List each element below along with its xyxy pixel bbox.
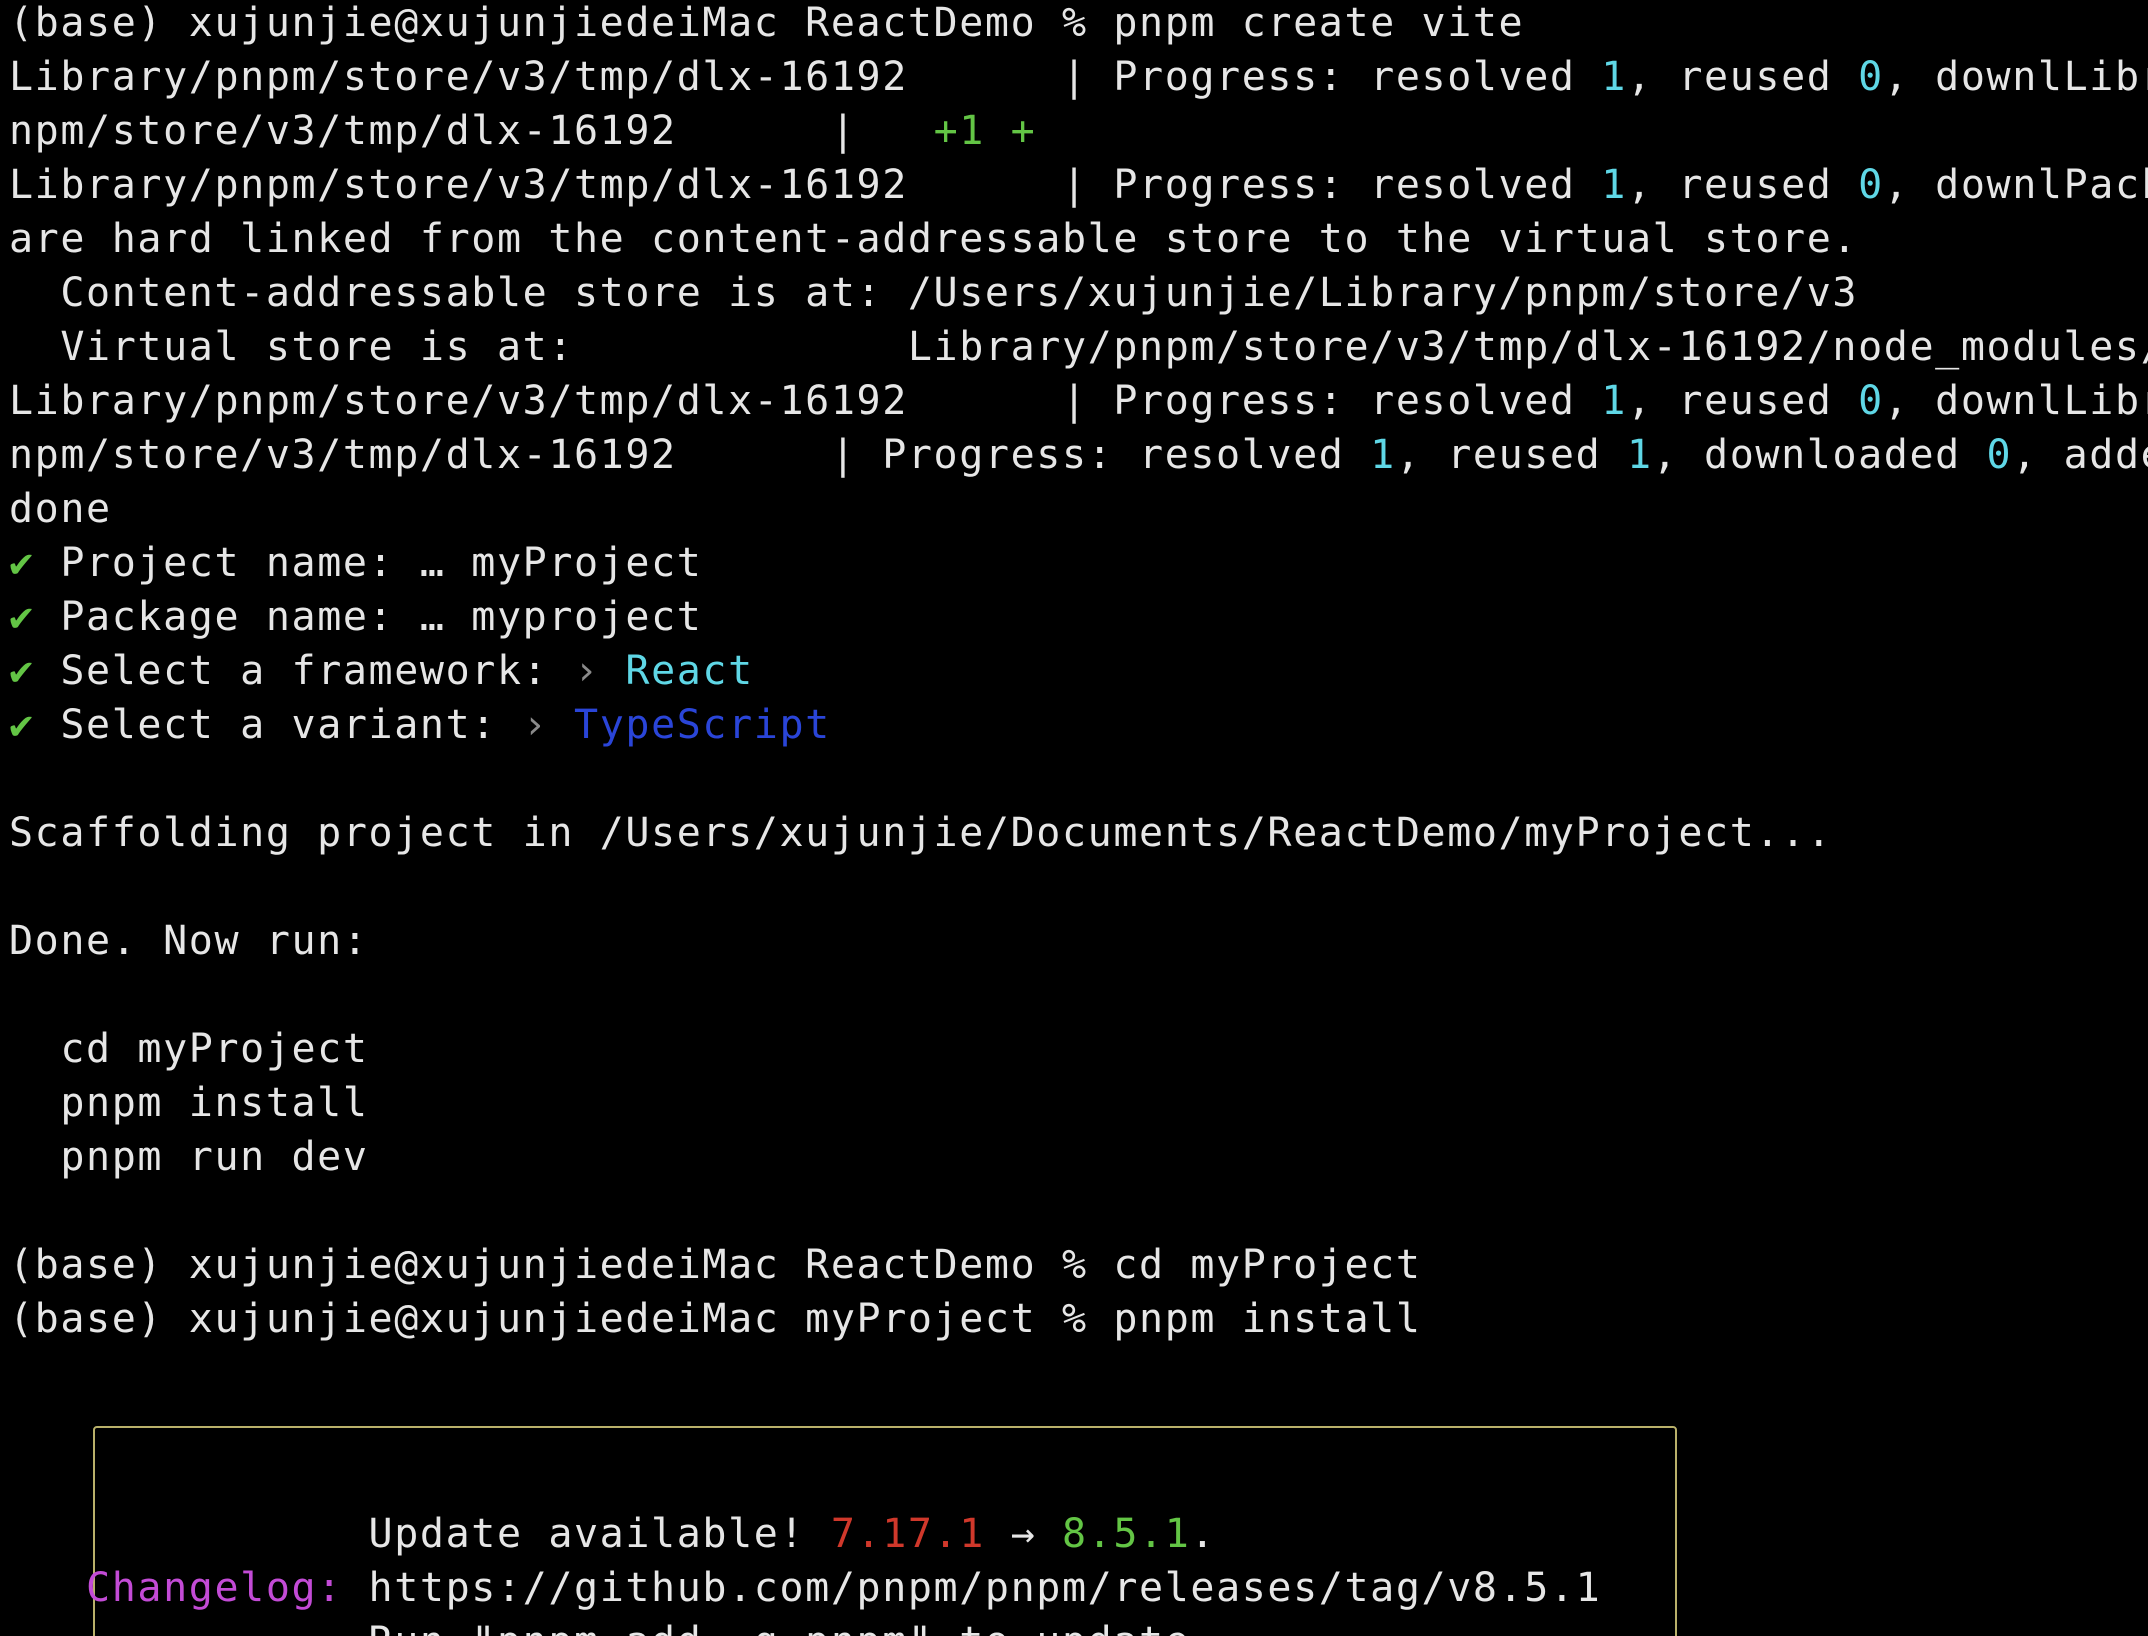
info-line: Virtual store is at: Library/pnpm/store/… xyxy=(9,324,2148,370)
update-available-line: Update available! 7.17.1 → 8.5.1. xyxy=(9,1507,1216,1561)
progress-text: , reused xyxy=(1626,162,1859,208)
progress-text: , downloaded xyxy=(1652,432,1987,478)
changelog-line: Changelog: https://github.com/pnpm/pnpm/… xyxy=(9,1561,1601,1615)
progress-line: Library/pnpm/store/v3/tmp/dlx-16192 | Pr… xyxy=(9,50,2148,104)
scaffolding-line: Scaffolding project in /Users/xujunjie/D… xyxy=(9,810,1833,856)
instruction-install: pnpm install xyxy=(9,1080,369,1126)
progress-text: npm/store/v3/tmp/dlx-16192 | xyxy=(9,108,934,154)
framework-value: React xyxy=(599,648,754,694)
chevron-right-icon: › xyxy=(522,702,549,748)
reused-count: 0 xyxy=(1858,378,1884,424)
checkmark-icon: ✔ xyxy=(9,702,35,748)
checkmark-icon: ✔ xyxy=(9,594,35,640)
prompt-label: Project name: … xyxy=(34,540,472,586)
progress-text: , downlLibrary/p xyxy=(1883,378,2148,424)
command-line-cd: (base) xujunjie@xujunjiedeiMac ReactDemo… xyxy=(9,1242,1422,1288)
update-text: Update available! xyxy=(9,1511,831,1557)
changelog-link[interactable]: https://github.com/pnpm/pnpm/releases/ta… xyxy=(343,1565,1601,1611)
progress-text: , reused xyxy=(1626,54,1859,100)
progress-text: Library/pnpm/store/v3/tmp/dlx-16192 | Pr… xyxy=(9,162,1602,208)
progress-text: , reused xyxy=(1395,432,1627,478)
chevron-right-icon: › xyxy=(574,648,600,694)
progress-text: , reused xyxy=(1626,378,1859,424)
instruction-dev: pnpm run dev xyxy=(9,1134,369,1180)
prompt-package-name: ✔ Package name: … myproject xyxy=(9,590,702,644)
done-now-run-line: Done. Now run: xyxy=(9,918,369,964)
reused-count: 1 xyxy=(1626,432,1653,478)
run-update-line: Run "pnpm add -g pnpm" to update. xyxy=(9,1615,1216,1636)
resolved-count: 1 xyxy=(1601,54,1627,100)
changelog-label: Changelog: xyxy=(9,1565,343,1611)
old-version: 7.17.1 xyxy=(830,1511,985,1557)
command-line-install: (base) xujunjie@xujunjiedeiMac myProject… xyxy=(9,1296,1422,1342)
progress-line: Library/pnpm/store/v3/tmp/dlx-16192 | Pr… xyxy=(9,158,2148,212)
prompt-label: Select a framework: xyxy=(34,648,575,694)
downloaded-count: 0 xyxy=(1986,432,2013,478)
progress-line: Library/pnpm/store/v3/tmp/dlx-16192 | Pr… xyxy=(9,374,2148,428)
progress-text: npm/store/v3/tmp/dlx-16192 | Progress: r… xyxy=(9,432,1371,478)
progress-line: npm/store/v3/tmp/dlx-16192 | +1 + xyxy=(9,104,1036,158)
checkmark-icon: ✔ xyxy=(9,540,35,586)
info-line: Content-addressable store is at: /Users/… xyxy=(9,270,1859,316)
prompt-value: myProject xyxy=(471,540,703,586)
checkmark-icon: ✔ xyxy=(9,648,35,694)
terminal-window[interactable]: (base) xujunjie@xujunjiedeiMac ReactDemo… xyxy=(0,0,2148,1636)
instruction-cd: cd myProject xyxy=(9,1026,369,1072)
new-version: 8.5.1 xyxy=(1061,1511,1191,1557)
progress-text: , downlLibrary/p xyxy=(1883,54,2148,100)
update-text: . xyxy=(1190,1511,1217,1557)
resolved-count: 1 xyxy=(1601,378,1627,424)
prompt-label: Select a variant: xyxy=(34,702,523,748)
prompt-framework: ✔ Select a framework: › React xyxy=(9,644,754,698)
progress-text: , downlPackages xyxy=(1883,162,2148,208)
arrow-right-icon: → xyxy=(984,1511,1062,1557)
command-line-create-vite: (base) xujunjie@xujunjiedeiMac ReactDemo… xyxy=(9,0,1525,46)
resolved-count: 1 xyxy=(1370,432,1396,478)
progress-line: npm/store/v3/tmp/dlx-16192 | Progress: r… xyxy=(9,428,2148,482)
prompt-project-name: ✔ Project name: … myProject xyxy=(9,536,702,590)
prompt-label: Package name: … xyxy=(34,594,472,640)
progress-text: Library/pnpm/store/v3/tmp/dlx-16192 | Pr… xyxy=(9,378,1602,424)
reused-count: 0 xyxy=(1858,54,1884,100)
added-indicator: +1 + xyxy=(933,108,1037,154)
prompt-variant: ✔ Select a variant: › TypeScript xyxy=(9,698,831,752)
progress-text: Library/pnpm/store/v3/tmp/dlx-16192 | Pr… xyxy=(9,54,1602,100)
info-line: are hard linked from the content-address… xyxy=(9,216,1859,262)
variant-value: TypeScript xyxy=(548,702,831,748)
reused-count: 0 xyxy=(1858,162,1884,208)
resolved-count: 1 xyxy=(1601,162,1627,208)
prompt-value: myproject xyxy=(471,594,703,640)
done-line: done xyxy=(9,486,112,532)
progress-text: , added xyxy=(2012,432,2148,478)
